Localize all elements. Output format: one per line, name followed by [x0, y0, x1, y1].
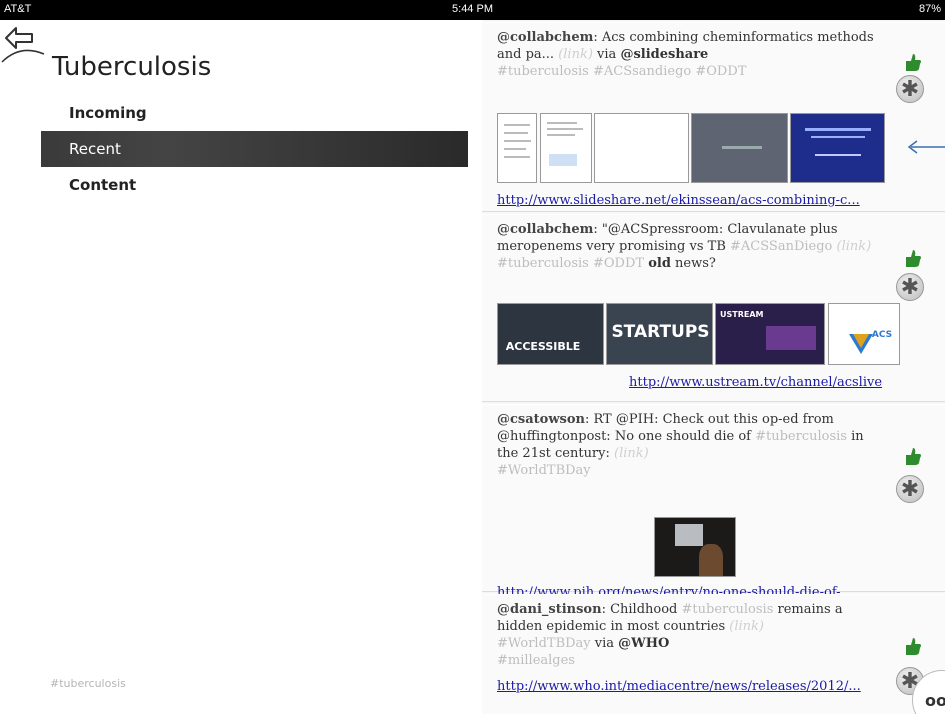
arrow-left-icon [907, 140, 945, 154]
hashtag[interactable]: #WorldTBDay [497, 636, 591, 651]
feed-panel[interactable]: @collabchem: Acs combining cheminformati… [482, 20, 945, 714]
hashtag-footer: #tuberculosis [50, 677, 126, 690]
sidebar-item-content[interactable]: Content [41, 167, 468, 203]
thumbs-up-icon[interactable] [902, 51, 924, 73]
hashtags[interactable]: #tuberculosis #ODDT [497, 256, 644, 271]
post-link[interactable]: http://www.slideshare.net/ekinssean/acs-… [497, 193, 922, 208]
sidebar-item-incoming[interactable]: Incoming [41, 95, 468, 131]
battery-indicator: 87% [918, 3, 941, 15]
post-link[interactable]: http://www.who.int/mediacentre/news/rele… [497, 679, 922, 694]
back-arrow-icon [1, 27, 45, 63]
thumbs-up-icon[interactable] [902, 445, 924, 467]
post-user[interactable]: @csatowson [497, 412, 585, 427]
logo-thumbnail[interactable]: ACS [828, 303, 900, 365]
inline-link[interactable]: (link) [558, 47, 593, 62]
post-user[interactable]: @dani_stinson [497, 602, 602, 617]
inline-link[interactable]: (link) [837, 239, 872, 254]
slide-thumbnail[interactable] [790, 113, 885, 183]
sidebar: Tuberculosis Incoming Recent Content #tu… [0, 20, 480, 714]
feed-post: @dani_stinson: Childhood #tuberculosis r… [482, 594, 945, 714]
video-thumbnail[interactable]: STARTUPS [606, 303, 713, 365]
video-thumbnail[interactable]: ACCESSIBLE [497, 303, 604, 365]
asterisk-icon: ✱ [900, 77, 920, 102]
star-button[interactable]: ✱ [896, 273, 924, 301]
hashtags[interactable]: #WorldTBDay [497, 463, 591, 478]
hashtag[interactable]: #millealges [497, 653, 575, 668]
feed-post: @collabchem: Acs combining cheminformati… [482, 22, 945, 212]
hashtag[interactable]: #tuberculosis [755, 429, 847, 444]
clock: 5:44 PM [452, 3, 493, 15]
feed-post: @collabchem: "@ACSpressroom: Clavulanate… [482, 214, 945, 402]
asterisk-icon: ✱ [900, 275, 920, 300]
corner-button-label: oo [925, 691, 945, 710]
post-user[interactable]: @collabchem [497, 30, 593, 45]
post-text: @dani_stinson: Childhood #tuberculosis r… [497, 602, 843, 668]
feed-post: @csatowson: RT @PIH: Check out this op-e… [482, 404, 945, 600]
sidebar-item-recent[interactable]: Recent [41, 131, 468, 167]
hashtag[interactable]: #tuberculosis [682, 602, 774, 617]
slide-thumbnail[interactable] [594, 113, 689, 183]
status-bar: AT&T 5:44 PM 87% [0, 0, 945, 20]
inline-link[interactable]: (link) [614, 446, 649, 461]
hashtags[interactable]: #tuberculosis #ACSsandiego #ODDT [497, 64, 746, 79]
inline-link[interactable]: (link) [729, 619, 764, 634]
video-thumbnail[interactable]: USTREAM [715, 303, 825, 365]
slide-thumbnail[interactable] [540, 113, 592, 183]
slide-thumbnail[interactable] [691, 113, 788, 183]
post-text: @csatowson: RT @PIH: Check out this op-e… [497, 412, 864, 478]
post-text: @collabchem: Acs combining cheminformati… [497, 30, 874, 79]
back-button[interactable] [0, 24, 46, 64]
thumbs-up-icon[interactable] [902, 635, 924, 657]
photo-thumbnail[interactable] [654, 517, 736, 577]
page-title: Tuberculosis [52, 52, 212, 82]
post-text: @collabchem: "@ACSpressroom: Clavulanate… [497, 222, 872, 271]
star-button[interactable]: ✱ [896, 75, 924, 103]
post-link[interactable]: http://www.ustream.tv/channel/acslive [629, 375, 929, 390]
thumbs-up-icon[interactable] [902, 247, 924, 269]
asterisk-icon: ✱ [900, 477, 920, 502]
slide-thumbnail[interactable] [497, 113, 537, 183]
hashtag[interactable]: #ACSSanDiego [730, 239, 832, 254]
star-button[interactable]: ✱ [896, 475, 924, 503]
post-user[interactable]: @collabchem [497, 222, 593, 237]
